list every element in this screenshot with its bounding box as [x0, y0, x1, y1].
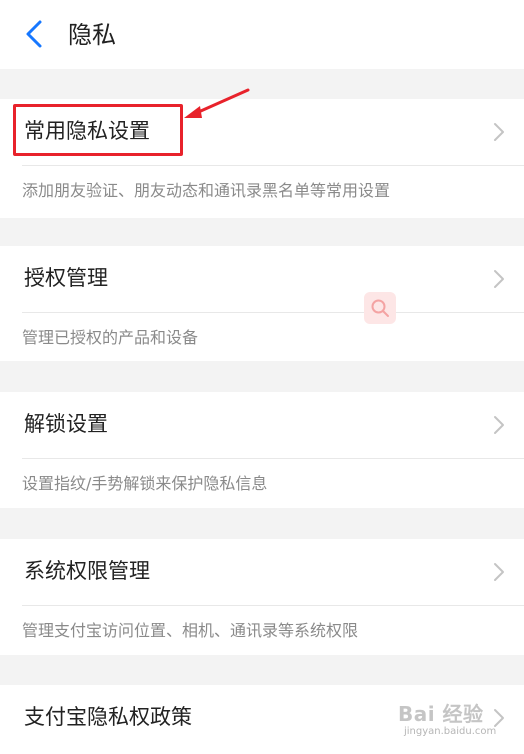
settings-card-common-privacy: 常用隐私设置 添加朋友验证、朋友动态和通讯录黑名单等常用设置: [0, 99, 524, 218]
settings-item-description: 管理已授权的产品和设备: [22, 328, 199, 347]
settings-item-unlock[interactable]: 解锁设置: [0, 392, 524, 458]
divider: [22, 458, 524, 459]
settings-item-label: 系统权限管理: [24, 559, 150, 583]
page-title: 隐私: [68, 21, 116, 49]
back-button[interactable]: [14, 14, 54, 54]
chevron-right-icon: [494, 270, 504, 288]
divider: [22, 165, 524, 166]
settings-card-system-permissions: 系统权限管理 管理支付宝访问位置、相机、通讯录等系统权限: [0, 539, 524, 655]
divider: [22, 605, 524, 606]
settings-item-authorization[interactable]: 授权管理: [0, 246, 524, 312]
settings-item-description: 设置指纹/手势解锁来保护隐私信息: [22, 474, 268, 493]
privacy-screen: 隐私 常用隐私设置 添加朋友验证、朋友动态和通讯录黑名单等常用设置 授权管理 管…: [0, 0, 524, 754]
chevron-right-icon: [494, 709, 504, 727]
chevron-right-icon: [494, 563, 504, 581]
settings-item-label: 支付宝隐私权政策: [24, 705, 192, 729]
floating-search-button[interactable]: [364, 292, 396, 324]
chevron-left-icon: [26, 20, 42, 48]
settings-card-privacy-policy: 支付宝隐私权政策: [0, 685, 524, 754]
chevron-right-icon: [494, 123, 504, 141]
chevron-right-icon: [494, 416, 504, 434]
settings-card-authorization: 授权管理 管理已授权的产品和设备: [0, 246, 524, 361]
settings-item-label: 授权管理: [24, 266, 108, 290]
search-icon: [371, 299, 389, 317]
settings-item-privacy-policy[interactable]: 支付宝隐私权政策: [0, 685, 524, 751]
settings-item-common-privacy[interactable]: 常用隐私设置: [0, 99, 524, 165]
settings-item-label: 常用隐私设置: [24, 119, 150, 143]
settings-card-unlock: 解锁设置 设置指纹/手势解锁来保护隐私信息: [0, 392, 524, 508]
settings-item-description: 添加朋友验证、朋友动态和通讯录黑名单等常用设置: [22, 181, 391, 200]
header-bar: 隐私: [0, 0, 524, 69]
settings-item-system-permissions[interactable]: 系统权限管理: [0, 539, 524, 605]
divider: [22, 312, 524, 313]
settings-item-label: 解锁设置: [24, 412, 108, 436]
settings-item-description: 管理支付宝访问位置、相机、通讯录等系统权限: [22, 621, 359, 640]
